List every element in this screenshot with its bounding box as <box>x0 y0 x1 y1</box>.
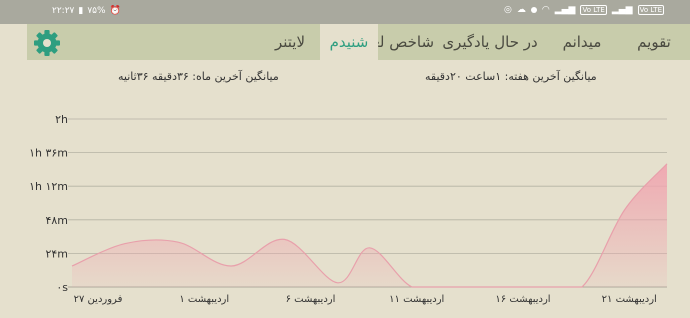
tab-bar: تقویم میدانم در حال یادگیری شاخص لغت شنی… <box>27 24 690 60</box>
status-battery: ۷۵% <box>87 6 106 16</box>
y-tick-label: ۲۴m <box>45 247 68 260</box>
cloud-icon: ☁ <box>516 5 526 15</box>
gear-icon[interactable] <box>32 28 62 58</box>
series-area <box>72 163 667 287</box>
status-left: ۲۲:۲۷ ▮ ۷۵% ⏰ <box>52 6 121 16</box>
tab-leitner[interactable]: لایتنر <box>265 24 315 60</box>
x-tick-label: ۲۱ اردیبهشت <box>602 294 657 305</box>
x-tick-label: ۲۷ فروردین <box>74 294 123 305</box>
alarm-icon: ⏰ <box>109 6 121 16</box>
status-right: ◎ ☁ ◠ ▂▄▆ Vo LTE ▂▄▆ Vo LTE <box>504 5 664 15</box>
volte-badge-1: Vo LTE <box>580 5 607 15</box>
tab-calendar[interactable]: تقویم <box>630 24 678 60</box>
y-tick-label: ۲h <box>55 113 68 126</box>
tab-learning[interactable]: در حال یادگیری <box>440 24 540 60</box>
signal-icon-2: ▂▄▆ <box>611 5 633 15</box>
notification-icon <box>530 7 537 13</box>
y-tick-label: ۱h ۳۶m <box>29 147 68 160</box>
y-tick-label: ۴۸m <box>45 214 68 227</box>
signal-icon: ▂▄▆ <box>554 5 576 15</box>
whatsapp-icon: ◎ <box>503 5 512 15</box>
x-tick-label: ۶ اردیبهشت <box>286 294 336 305</box>
tab-known[interactable]: میدانم <box>552 24 612 60</box>
x-tick-label: ۱ اردیبهشت <box>179 294 229 305</box>
tab-heard[interactable]: شنیدم <box>320 24 378 60</box>
status-bar: ۲۲:۲۷ ▮ ۷۵% ⏰ ◎ ☁ ◠ ▂▄▆ Vo LTE ▂▄▆ Vo LT… <box>0 0 690 24</box>
week-average: میانگین آخرین هفته: ۱ساعت ۲۰دقیقه <box>425 70 597 83</box>
usage-chart: ۰s ۲۴m ۴۸m ۱h ۱۲m ۱h ۳۶m ۲h ۲۷ فروردین ۱ اردیب… <box>29 113 668 305</box>
volte-badge-2: Vo LTE <box>637 5 664 15</box>
battery-icon: ▮ <box>78 6 84 16</box>
y-tick-label: ۱h ۱۲m <box>29 180 68 193</box>
month-average: میانگین آخرین ماه: ۳۶دقیقه ۳۶ثانیه <box>118 70 279 83</box>
x-tick-label: ۱۶ اردیبهشت <box>495 294 550 305</box>
wifi-icon: ◠ <box>541 5 550 15</box>
y-tick-label: ۰s <box>56 281 68 294</box>
x-tick-label: ۱۱ اردیبهشت <box>389 294 444 305</box>
status-time: ۲۲:۲۷ <box>52 6 75 16</box>
